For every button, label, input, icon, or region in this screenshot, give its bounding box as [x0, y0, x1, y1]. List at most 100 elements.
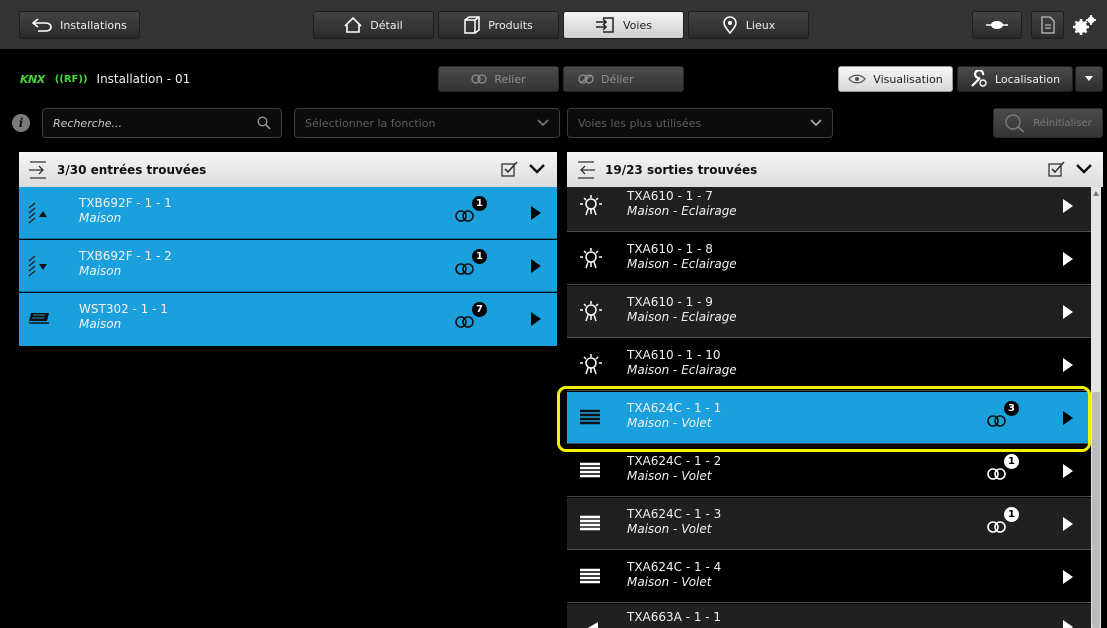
- outputs-panel-title: 19/23 sorties trouvées: [605, 162, 758, 177]
- play-arrow-icon[interactable]: [1063, 305, 1073, 319]
- output-name: TXA663A - 1 - 1: [627, 610, 722, 624]
- output-row-text: TXA624C - 1 - 3 Maison - Volet: [627, 507, 721, 537]
- tab-voies[interactable]: Voies: [563, 11, 684, 39]
- link-icon: [471, 74, 487, 84]
- checklist-icon[interactable]: [501, 161, 519, 177]
- blinds-down-icon: [28, 255, 47, 277]
- delier-button[interactable]: Délier: [563, 66, 684, 92]
- tab-produits[interactable]: Produits: [438, 11, 559, 39]
- output-name: TXA610 - 1 - 7: [627, 189, 713, 203]
- outputs-scrollbar[interactable]: [1091, 187, 1101, 628]
- input-row-text: TXB692F - 1 - 1 Maison: [79, 196, 172, 226]
- scrollbar-thumb[interactable]: [1092, 392, 1100, 628]
- play-arrow-icon[interactable]: [1063, 252, 1073, 266]
- output-name: TXA624C - 1 - 4: [627, 560, 722, 574]
- input-row[interactable]: TXB692F - 1 - 2 Maison 1: [19, 240, 557, 292]
- input-arrow-icon: [29, 160, 46, 179]
- report-button[interactable]: [1031, 11, 1064, 39]
- reset-button[interactable]: Réinitialiser: [993, 108, 1103, 138]
- search-input[interactable]: [53, 116, 223, 130]
- output-row-text: TXA610 - 1 - 9 Maison - Eclairage: [627, 295, 737, 325]
- output-row[interactable]: TXA610 - 1 - 8 Maison - Eclairage: [567, 233, 1091, 285]
- chevron-down-icon: [810, 119, 822, 127]
- link-count-badge: 7: [472, 302, 487, 317]
- settings-button[interactable]: [1069, 11, 1099, 39]
- light-icon: [580, 195, 602, 216]
- output-row[interactable]: TXA624C - 1 - 4 Maison - Volet: [567, 551, 1091, 603]
- selection-highlight: [557, 386, 1091, 452]
- play-arrow-icon[interactable]: [1063, 464, 1073, 478]
- output-location: Maison - Volet: [627, 575, 712, 589]
- input-location: Maison: [79, 317, 122, 331]
- play-arrow-icon[interactable]: [531, 206, 541, 220]
- localisation-button[interactable]: Localisation: [957, 66, 1073, 92]
- chevron-down-icon[interactable]: [1076, 164, 1092, 174]
- play-arrow-icon[interactable]: [1063, 620, 1073, 628]
- input-location: Maison: [79, 211, 122, 225]
- tab-detail[interactable]: Détail: [313, 11, 434, 39]
- caret-down-icon: [1085, 76, 1093, 81]
- link-count-badge: 1: [1004, 507, 1019, 522]
- output-location: Maison - Eclairage: [627, 310, 737, 324]
- output-row[interactable]: TXA610 - 1 - 10 Maison - Eclairage: [567, 339, 1091, 391]
- output-row-text: TXA610 - 1 - 7 Maison - Eclairage: [627, 189, 737, 219]
- back-arrow-icon: [32, 18, 52, 32]
- inputs-panel-header: 3/30 entrées trouvées: [19, 152, 557, 187]
- link-count-icon: [987, 468, 1006, 480]
- function-select[interactable]: Sélectionner la fonction: [294, 108, 560, 138]
- reset-label: Réinitialiser: [1033, 117, 1092, 129]
- installation-title: Installation - 01: [96, 72, 191, 86]
- play-arrow-icon[interactable]: [1063, 570, 1073, 584]
- info-icon[interactable]: i: [12, 114, 30, 132]
- knx-logo: KNX: [20, 72, 45, 86]
- search-field[interactable]: [42, 108, 282, 138]
- tab-detail-label: Détail: [370, 18, 403, 32]
- checklist-icon[interactable]: [1048, 161, 1066, 177]
- output-row-text: TXA663A - 1 - 1: [627, 610, 721, 625]
- output-location: Maison - Eclairage: [627, 257, 737, 271]
- play-arrow-icon[interactable]: [1063, 199, 1073, 213]
- output-row[interactable]: TXA624C - 1 - 3 Maison - Volet 1: [567, 498, 1091, 550]
- link-count-icon: [987, 521, 1006, 533]
- connector-icon: [986, 21, 1008, 29]
- relier-button[interactable]: Relier: [438, 66, 559, 92]
- link-count-badge: 1: [472, 249, 487, 264]
- most-used-select[interactable]: Voies les plus utilisées: [567, 108, 833, 138]
- play-arrow-icon[interactable]: [531, 312, 541, 326]
- chevron-down-icon: [537, 119, 549, 127]
- shutter-icon: [580, 515, 600, 531]
- output-row-text: TXA624C - 1 - 4 Maison - Volet: [627, 560, 721, 590]
- output-location: Maison - Eclairage: [627, 363, 737, 377]
- tab-lieux[interactable]: Lieux: [688, 11, 809, 39]
- tools-icon: [971, 70, 987, 87]
- output-name: TXA624C - 1 - 3: [627, 507, 722, 521]
- input-row[interactable]: TXB692F - 1 - 1 Maison 1: [19, 187, 557, 239]
- output-location: Maison - Volet: [627, 469, 712, 483]
- visualisation-button[interactable]: Visualisation: [838, 66, 953, 92]
- chevron-down-icon[interactable]: [529, 164, 545, 174]
- output-row[interactable]: TXA624C - 1 - 2 Maison - Volet 1: [567, 445, 1091, 497]
- scroll-up-arrow-icon[interactable]: [1093, 191, 1099, 196]
- localisation-label: Localisation: [994, 72, 1061, 86]
- link-count-icon: [455, 263, 474, 275]
- output-name: TXA610 - 1 - 9: [627, 295, 713, 309]
- play-arrow-icon[interactable]: [1063, 517, 1073, 531]
- gears-icon: [1073, 15, 1096, 35]
- shutter-icon: [580, 568, 600, 584]
- output-arrow-icon: [578, 160, 595, 179]
- play-arrow-icon[interactable]: [1063, 358, 1073, 372]
- output-row[interactable]: TXA663A - 1 - 1: [567, 604, 1091, 628]
- link-count-icon: [455, 210, 474, 222]
- reset-search-icon: [1005, 114, 1025, 133]
- input-row[interactable]: WST302 - 1 - 1 Maison 7: [19, 293, 557, 346]
- output-name: TXA610 - 1 - 10: [627, 348, 721, 362]
- output-row[interactable]: TXA610 - 1 - 9 Maison - Eclairage: [567, 286, 1091, 338]
- delier-label: Délier: [601, 72, 634, 86]
- play-arrow-icon[interactable]: [531, 259, 541, 273]
- tab-voies-label: Voies: [623, 18, 652, 32]
- localisation-dropdown-button[interactable]: [1075, 66, 1103, 92]
- output-row[interactable]: TXA610 - 1 - 7 Maison - Eclairage: [567, 187, 1091, 232]
- output-location: Maison - Eclairage: [627, 204, 737, 218]
- back-to-installations-button[interactable]: Installations: [19, 11, 140, 39]
- connection-toggle-button[interactable]: [972, 11, 1022, 39]
